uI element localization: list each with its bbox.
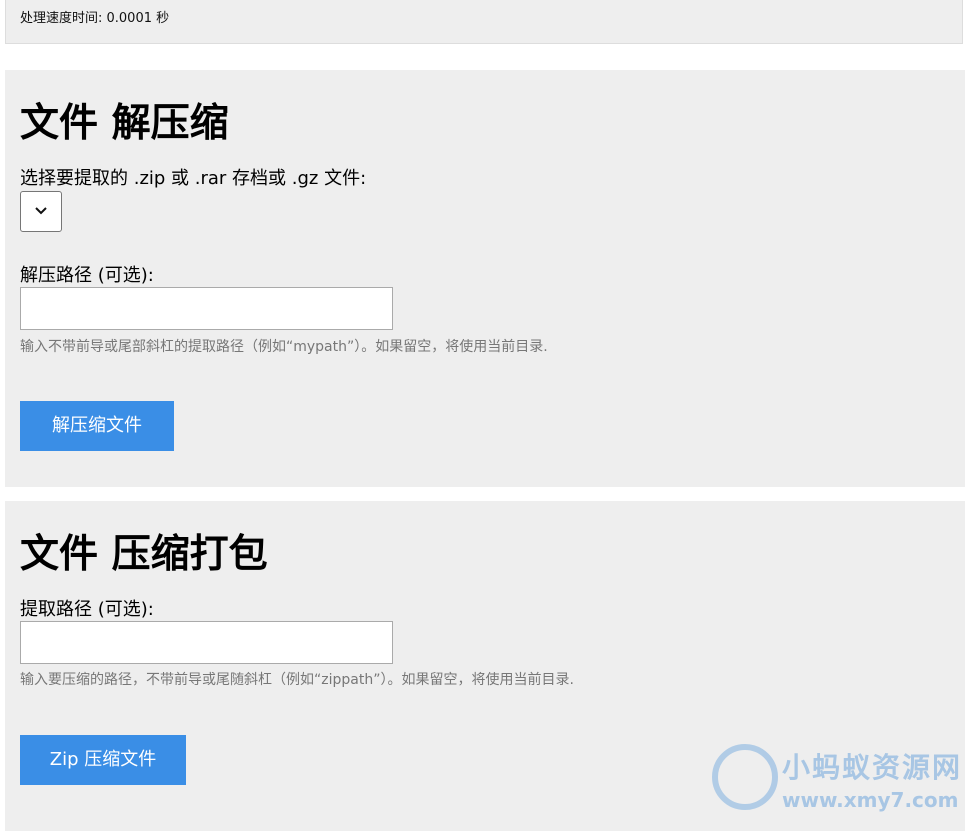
compress-title: 文件 压缩打包 bbox=[20, 532, 268, 577]
watermark: 小蚂蚁资源网 www.xmy7.com bbox=[712, 742, 962, 822]
compress-path-help: 输入要压缩的路径，不带前导或尾随斜杠（例如“zippath”）。如果留空，将使用… bbox=[20, 672, 574, 688]
extract-files-button[interactable]: 解压缩文件 bbox=[20, 401, 174, 451]
processing-time-text: 处理速度时间: 0.0001 秒 bbox=[20, 11, 170, 26]
archive-select-label: 选择要提取的 .zip 或 .rar 存档或 .gz 文件: bbox=[20, 168, 367, 189]
compress-path-label: 提取路径 (可选): bbox=[20, 599, 154, 620]
watermark-url: www.xmy7.com bbox=[782, 788, 959, 812]
compress-path-input[interactable] bbox=[20, 621, 393, 664]
status-bar: 处理速度时间: 0.0001 秒 bbox=[5, 0, 963, 44]
archive-select[interactable] bbox=[20, 191, 62, 232]
extract-path-label: 解压路径 (可选): bbox=[20, 265, 154, 286]
extract-path-input[interactable] bbox=[20, 287, 393, 330]
watermark-title: 小蚂蚁资源网 bbox=[782, 751, 963, 784]
ant-logo-icon bbox=[712, 744, 778, 810]
extract-title: 文件 解压缩 bbox=[20, 101, 229, 146]
extract-panel: 文件 解压缩 选择要提取的 .zip 或 .rar 存档或 .gz 文件: 解压… bbox=[5, 70, 965, 487]
zip-files-button[interactable]: Zip 压缩文件 bbox=[20, 735, 186, 785]
extract-path-help: 输入不带前导或尾部斜杠的提取路径（例如“mypath”）。如果留空，将使用当前目… bbox=[20, 339, 548, 355]
chevron-down-icon bbox=[21, 203, 61, 219]
